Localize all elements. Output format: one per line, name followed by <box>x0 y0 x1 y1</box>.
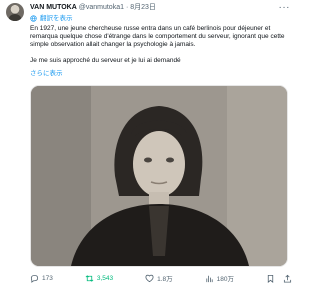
reply-count: 173 <box>42 274 53 282</box>
tweet-paragraph: Je me suis approché du serveur et je lui… <box>30 57 181 64</box>
views-icon <box>206 275 213 282</box>
action-bar: 173 3,543 1.8万 180万 <box>30 271 292 285</box>
tweet: VAN MUTOKA @vanmutoka1 · 8月23日 ··· 翻訳を表示… <box>0 0 300 290</box>
tweet-photo[interactable] <box>30 85 288 267</box>
retweet-button[interactable]: 3,543 <box>85 274 113 283</box>
globe-icon <box>30 15 37 22</box>
share-icon[interactable] <box>283 274 292 283</box>
retweet-icon <box>85 274 94 282</box>
views-button[interactable]: 180万 <box>205 273 234 283</box>
author-handle[interactable]: @vanmutoka1 <box>79 4 124 11</box>
retweet-count: 3,543 <box>96 274 114 282</box>
avatar[interactable] <box>6 3 24 21</box>
reply-icon <box>30 274 39 283</box>
views-count: 180万 <box>216 276 234 283</box>
right-actions <box>266 274 292 283</box>
photo-illustration <box>31 86 287 266</box>
tweet-date[interactable]: 8月23日 <box>130 4 156 11</box>
like-count: 1.8万 <box>157 276 173 283</box>
tweet-paragraph: En 1927, une jeune chercheuse russe entr… <box>30 25 285 48</box>
like-icon <box>145 274 154 282</box>
bookmark-icon[interactable] <box>266 274 275 283</box>
show-more-link[interactable]: さらに表示 <box>30 70 63 78</box>
reply-button[interactable]: 173 <box>30 274 53 283</box>
translate-label: 翻訳を表示 <box>40 15 73 22</box>
author-name[interactable]: VAN MUTOKA <box>30 4 77 11</box>
tweet-text: En 1927, une jeune chercheuse russe entr… <box>30 25 288 65</box>
like-button[interactable]: 1.8万 <box>145 273 173 283</box>
more-icon[interactable]: ··· <box>279 3 291 13</box>
translate-link[interactable]: 翻訳を表示 <box>30 13 73 24</box>
separator-dot: · <box>125 4 129 11</box>
